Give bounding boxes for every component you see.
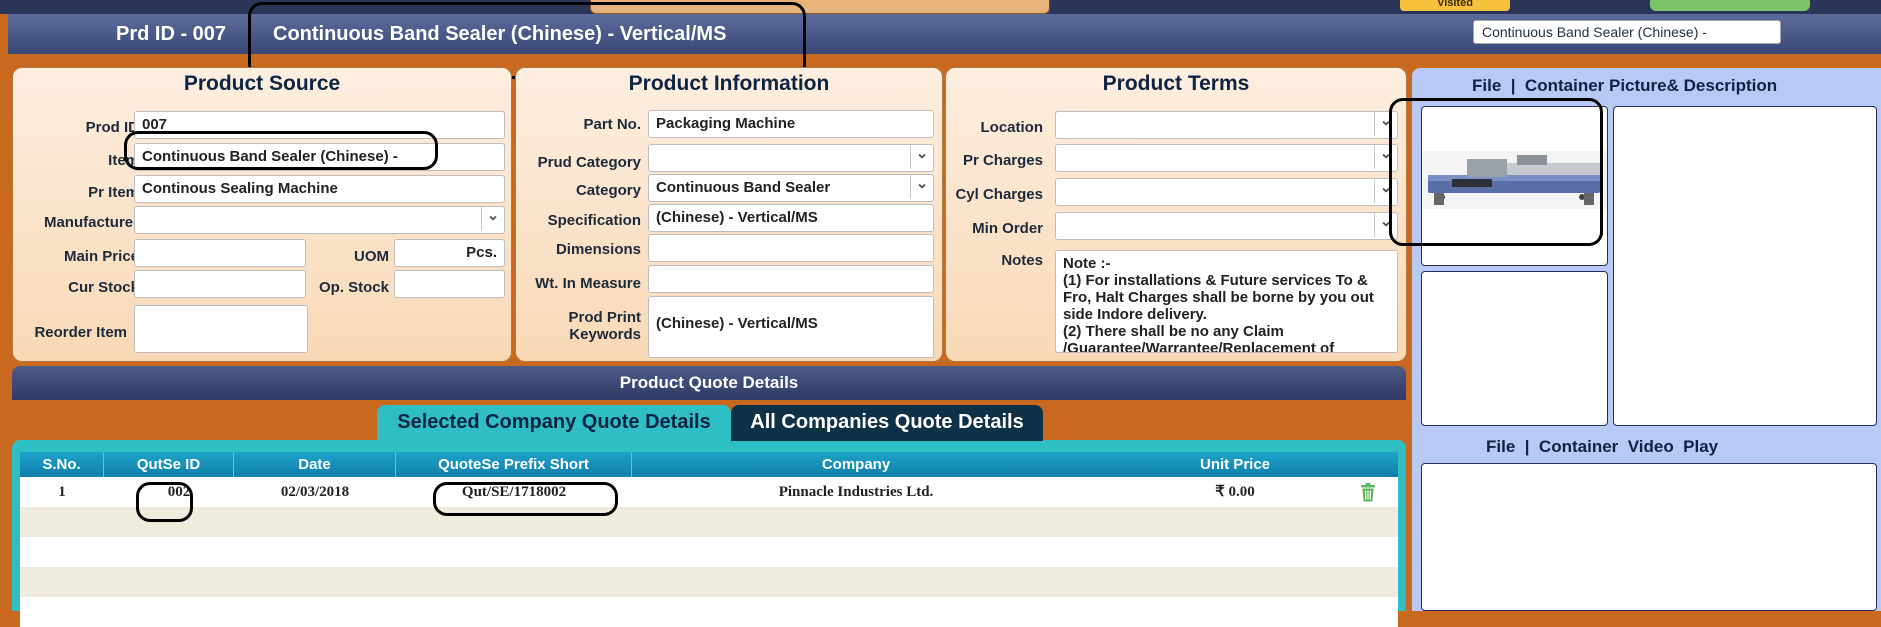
tab-selected-company-quotes[interactable]: Selected Company Quote Details [377,405,731,441]
cur-stock-label: Cur Stock [68,279,139,296]
reorder-item-field[interactable] [134,305,308,353]
manufacturer-label: Manufacturer [43,214,139,231]
prod-id-field[interactable]: 007 [134,111,505,139]
notes-label: Notes [1001,252,1043,269]
prd-id-label: Prd ID - 007 [116,23,227,45]
product-information-panel: Product Information Part No. Packaging M… [515,67,943,362]
tab-all-companies-quotes[interactable]: All Companies Quote Details [731,405,1043,441]
specification-field[interactable]: (Chinese) - Vertical/MS [648,204,934,232]
quote-table-body: 1 002 02/03/2018 Qut/SE/1718002 Pinnacle… [20,477,1398,627]
product-title: Continuous Band Sealer (Chinese) - Verti… [273,23,727,45]
cell-sno: 1 [58,484,66,500]
min-order-select[interactable] [1055,212,1398,240]
product-source-panel: Product Source Prod ID 007 Item Continuo… [12,67,512,362]
picture-description-box[interactable] [1613,106,1877,426]
notes-line: (1) For installations & Future services … [1063,272,1368,289]
prod-print-keywords-field[interactable]: (Chinese) - Vertical/MS [648,296,934,358]
op-stock-field[interactable] [394,270,505,298]
cyl-charges-select[interactable] [1055,178,1398,206]
location-label: Location [980,119,1044,136]
part-no-label: Part No. [583,116,641,133]
wt-in-measure-label: Wt. In Measure [535,275,641,292]
notes-line: Fro, Halt Charges shall be borne by you … [1063,289,1374,306]
main-price-field[interactable] [134,239,306,267]
op-stock-label: Op. Stock [318,279,389,296]
part-no-field[interactable]: Packaging Machine [648,110,934,138]
product-source-title: Product Source [183,72,341,95]
category-select[interactable]: Continuous Band Sealer [648,174,934,202]
top-tab[interactable] [590,0,1050,14]
pr-charges-label: Pr Charges [962,152,1043,169]
col-qutse-id[interactable]: QutSe ID [104,452,234,477]
notes-textarea[interactable]: Note :- (1) For installations & Future s… [1055,250,1398,353]
specification-label: Specification [547,212,641,229]
pr-item-label: Pr Item [88,184,139,201]
cyl-charges-label: Cyl Charges [955,186,1043,203]
reorder-item-label: Reorder Item [34,324,127,341]
cell-date: 02/03/2018 [280,484,350,500]
product-header: Prd ID - 007 Continuous Band Sealer (Chi… [8,14,1881,54]
video-box[interactable] [1421,463,1877,611]
pr-item-field[interactable]: Continous Sealing Machine [134,175,505,203]
product-terms-panel: Product Terms Location Pr Charges Cyl Ch… [945,67,1407,362]
pr-charges-select[interactable] [1055,144,1398,172]
prod-print-label: Prod Print [568,309,641,326]
quote-details-bar: Product Quote Details [12,366,1406,400]
visited-badge: Visited [1400,0,1510,11]
empty-row [20,567,1398,597]
dimensions-field[interactable] [648,234,934,262]
prud-category-label: Prud Category [537,154,641,171]
product-information-title: Product Information [628,72,830,95]
manufacturer-select[interactable] [134,206,505,234]
media-panel: File | Container Picture& Description Fi… [1412,68,1881,611]
top-strip: Visited [0,0,1881,14]
main-price-label: Main Price [63,248,139,265]
video-title: File | Container Video Play [1486,437,1719,456]
location-select[interactable] [1055,111,1398,139]
quote-table-header: S.No. QutSe ID Date QuoteSe Prefix Short… [20,452,1398,477]
picture-title: File | Container Picture& Description [1472,76,1778,95]
empty-row [20,537,1398,567]
col-company[interactable]: Company [632,452,1080,477]
trash-icon[interactable] [1360,483,1376,502]
band-sealer-image [1422,151,1607,209]
item-field[interactable]: Continuous Band Sealer (Chinese) - [134,143,505,171]
table-row[interactable]: 1 002 02/03/2018 Qut/SE/1718002 Pinnacle… [20,477,1398,507]
wt-in-measure-field[interactable] [648,265,934,293]
cell-prefix: Qut/SE/1718002 [461,484,567,500]
category-label: Category [575,182,641,199]
uom-field[interactable]: Pcs. [394,239,505,267]
top-green-button[interactable] [1650,0,1810,11]
prod-id-label: Prod ID [85,119,139,136]
min-order-label: Min Order [972,220,1043,237]
col-quotese-prefix[interactable]: QuoteSe Prefix Short [396,452,632,477]
notes-line: (2) There shall be no any Claim [1063,323,1284,340]
empty-row [20,597,1398,627]
col-unit-price[interactable]: Unit Price [1140,452,1330,477]
empty-row [20,507,1398,537]
cell-qutse-id: 002 [167,484,191,500]
cur-stock-field[interactable] [134,270,306,298]
dimensions-label: Dimensions [555,241,641,258]
prud-category-select[interactable] [648,144,934,172]
notes-line: side Indore delivery. [1063,306,1207,323]
product-search-input[interactable]: Continuous Band Sealer (Chinese) - [1473,20,1781,44]
picture-box-2[interactable] [1421,271,1608,426]
product-terms-title: Product Terms [1102,72,1250,95]
col-date[interactable]: Date [234,452,396,477]
cell-unit-price: ₹ 0.00 [1215,484,1255,500]
cell-company: Pinnacle Industries Ltd. [778,484,934,500]
col-sno[interactable]: S.No. [20,452,104,477]
notes-line: /Guarantee/Warrantee/Replacement of [1063,340,1335,353]
notes-line: Note :- [1063,255,1111,272]
picture-box-1[interactable] [1421,106,1608,266]
uom-label: UOM [354,248,389,265]
keywords-label: Keywords [569,326,641,343]
